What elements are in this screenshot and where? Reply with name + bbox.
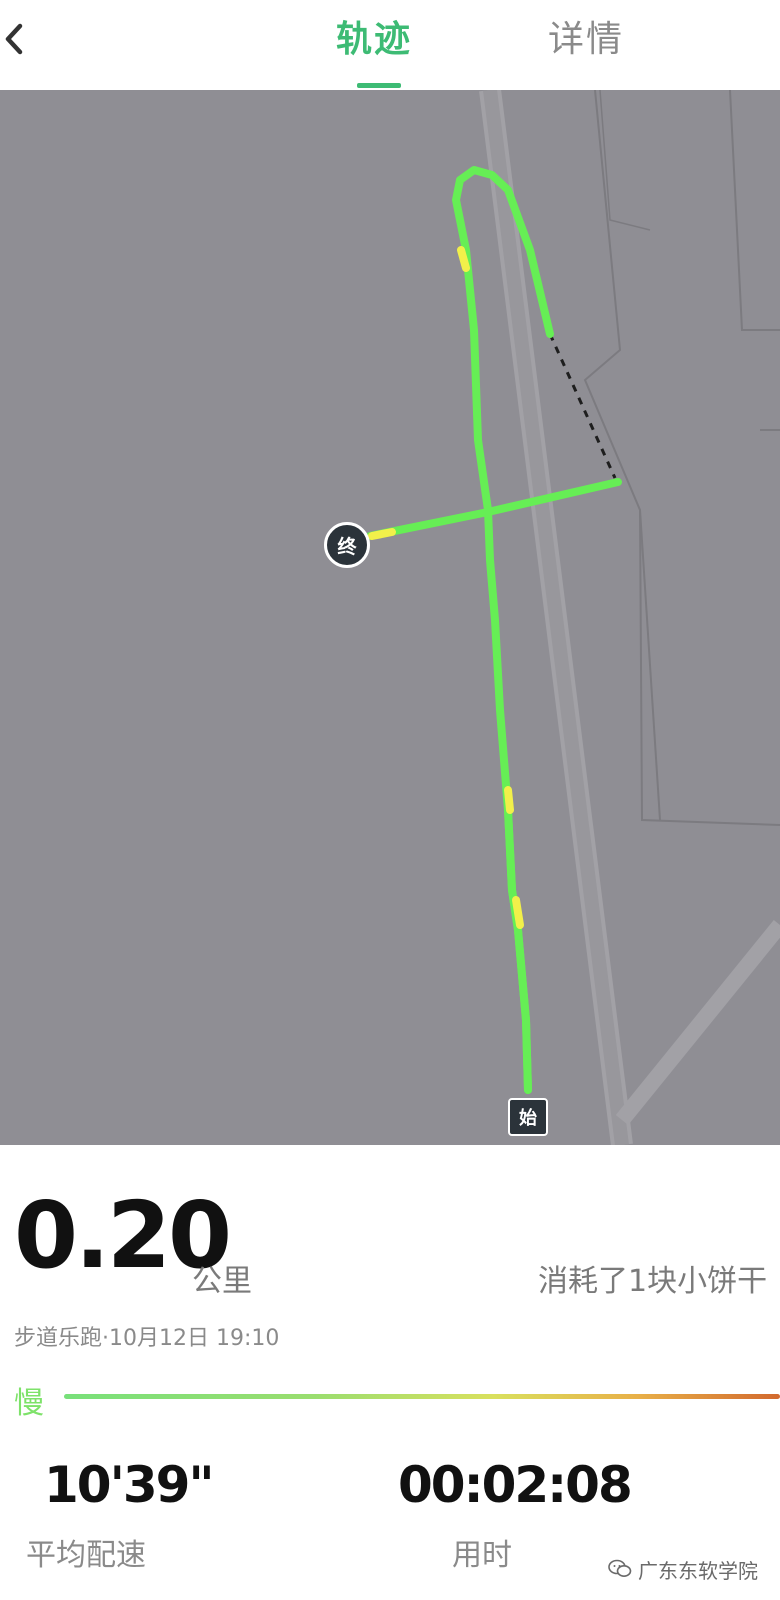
track-gap-dashed-line [548,333,617,479]
chevron-left-icon [5,23,23,55]
pace-slow-label: 慢 [14,1386,44,1421]
active-tab-indicator [357,83,401,88]
calorie-summary: 消耗了1块小饼干 [538,1264,768,1299]
top-navigation-bar: 轨迹 详情 [0,0,780,90]
distance-unit: 公里 [192,1264,252,1299]
duration-value: 00:02:08 [398,1456,633,1514]
start-marker[interactable]: 始 [508,1098,548,1136]
pace-gradient-bar [64,1394,780,1399]
watermark-text: 广东东软学院 [638,1558,758,1583]
avg-pace-label: 平均配速 [26,1538,146,1573]
route-map[interactable]: 终 始 [0,90,780,1145]
avg-pace-value: 10'39" [44,1456,215,1514]
running-track [366,166,622,1094]
map-canvas [366,90,780,1145]
tab-details[interactable]: 详情 [548,10,624,62]
back-button[interactable] [0,14,40,64]
wechat-icon [608,1559,632,1577]
run-meta-info: 步道乐跑·10月12日 19:10 [14,1326,280,1351]
end-marker[interactable]: 终 [324,522,370,568]
tab-track[interactable]: 轨迹 [336,10,412,62]
watermark: 广东东软学院 [608,1552,758,1586]
duration-label: 用时 [452,1538,512,1573]
